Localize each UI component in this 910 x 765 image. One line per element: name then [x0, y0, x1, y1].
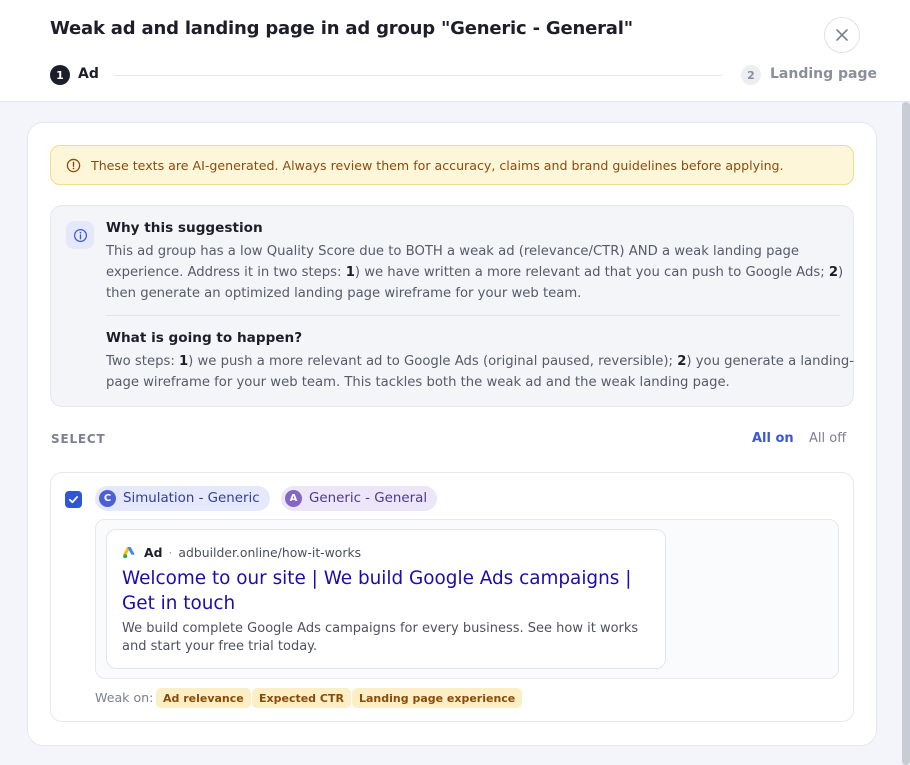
ad-meta-row: Ad · adbuilder.online/how-it-works — [122, 545, 361, 560]
campaign-chip-label: Simulation - Generic — [123, 491, 260, 506]
why-line-2: experience. Address it in two steps: 1) … — [106, 265, 844, 280]
info-box: Why this suggestion This ad group has a … — [50, 205, 854, 407]
all-on-button[interactable]: All on — [752, 431, 794, 446]
campaign-chip[interactable]: C Simulation - Generic — [95, 486, 270, 511]
adgroup-chip[interactable]: A Generic - General — [281, 486, 438, 511]
what-line-1: Two steps: 1) we push a more relevant ad… — [106, 354, 854, 369]
select-label: SELECT — [51, 432, 106, 446]
ad-item-checkbox[interactable] — [65, 491, 82, 508]
step-2-label: Landing page — [770, 66, 878, 82]
ad-headline[interactable]: Welcome to our site | We build Google Ad… — [122, 566, 652, 616]
step-1-label: Ad — [78, 66, 99, 82]
checkmark-icon — [68, 496, 79, 504]
ad-badge: Ad — [144, 545, 163, 560]
scrollbar-thumb[interactable] — [902, 102, 910, 765]
what-title: What is going to happen? — [106, 330, 303, 346]
all-off-button[interactable]: All off — [809, 431, 846, 446]
info-divider — [106, 315, 840, 316]
stepper: 1 Ad 2 Landing page — [50, 64, 877, 86]
google-ads-logo-icon — [123, 547, 135, 559]
ad-meta-separator: · — [168, 545, 173, 560]
step-2-number: 2 — [741, 65, 761, 85]
weak-badge-landing-page: Landing page experience — [352, 688, 523, 708]
weak-badge-expected-ctr: Expected CTR — [252, 688, 351, 708]
ad-description: We build complete Google Ads campaigns f… — [122, 621, 639, 654]
why-title: Why this suggestion — [106, 220, 263, 236]
info-icon — [73, 228, 87, 242]
warning-circle-icon — [66, 158, 81, 173]
ad-display-url: adbuilder.online/how-it-works — [178, 545, 362, 560]
step-1-number: 1 — [50, 65, 70, 85]
why-line-1: This ad group has a low Quality Score du… — [106, 244, 800, 259]
weak-on-label: Weak on: — [95, 690, 154, 705]
modal-title: Weak ad and landing page in ad group "Ge… — [50, 18, 633, 39]
adgroup-avatar: A — [285, 490, 302, 507]
why-line-3: then generate an optimized landing page … — [106, 286, 582, 301]
adgroup-chip-label: Generic - General — [309, 491, 428, 506]
ai-warning-text: These texts are AI-generated. Always rev… — [91, 158, 784, 173]
info-icon-badge — [66, 221, 94, 249]
weak-badge-ad-relevance: Ad relevance — [156, 688, 251, 708]
close-button[interactable] — [824, 17, 860, 53]
stepper-line — [114, 75, 722, 76]
campaign-avatar: C — [99, 490, 116, 507]
ai-warning-banner: These texts are AI-generated. Always rev… — [50, 145, 854, 185]
modal-header — [0, 0, 910, 102]
close-icon — [836, 29, 848, 41]
what-line-2: page wireframe for your web team. This t… — [106, 375, 730, 390]
